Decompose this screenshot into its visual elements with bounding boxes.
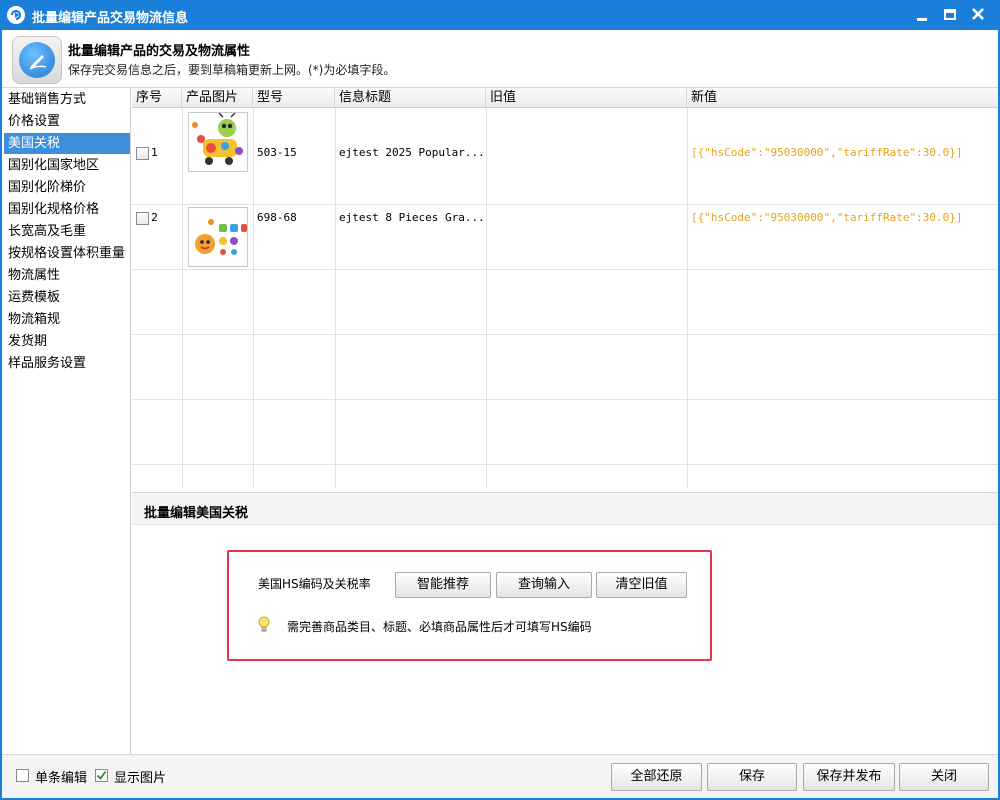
hs-code-label: 美国HS编码及关税率 [258,577,371,591]
save-and-publish-button[interactable]: 保存并发布 [803,763,895,791]
sidebar-item-delivery-period[interactable]: 发货期 [4,331,130,352]
restore-all-button[interactable]: 全部还原 [611,763,702,791]
single-edit-checkbox[interactable] [16,769,29,782]
category-sidebar: 基础销售方式 价格设置 美国关税 国别化国家地区 国别化阶梯价 国别化规格价格 … [2,88,131,754]
smart-recommend-button[interactable]: 智能推荐 [395,572,491,598]
show-images-checkbox[interactable] [95,769,108,782]
column-header-title[interactable]: 信息标题 [335,88,486,108]
clear-old-value-button[interactable]: 清空旧值 [596,572,687,598]
section-header: 批量编辑美国关税 [132,492,998,525]
column-header-model[interactable]: 型号 [253,88,335,108]
show-images-label[interactable]: 显示图片 [114,767,166,786]
title-bar[interactable]: 批量编辑产品交易物流信息 [0,0,1000,30]
row-model: 698-68 [257,211,297,224]
sidebar-item-country-region[interactable]: 国别化国家地区 [4,155,130,176]
query-input-button[interactable]: 查询输入 [496,572,592,598]
dialog-footer: 单条编辑 显示图片 全部还原 保存 保存并发布 关闭 [2,754,998,798]
dialog-subtitle: 保存完交易信息之后，要到草稿箱更新上网。(*)为必填字段。 [68,63,396,77]
row-checkbox[interactable] [136,212,149,225]
lightbulb-icon [257,616,271,637]
column-header-index[interactable]: 序号 [132,88,182,108]
column-header-new-value[interactable]: 新值 [687,88,998,108]
column-header-old-value[interactable]: 旧值 [486,88,687,108]
sidebar-item-logistics-attributes[interactable]: 物流属性 [4,265,130,286]
single-edit-label[interactable]: 单条编辑 [35,767,87,786]
product-image [188,112,248,172]
product-image [188,207,248,267]
dialog-heading: 批量编辑产品的交易及物流属性 [68,44,251,59]
product-table: 序号 产品图片 型号 信息标题 旧值 新值 1 503-15 ejtest 20… [132,88,998,488]
edit-logo-icon [12,36,62,84]
sidebar-item-country-spec-price[interactable]: 国别化规格价格 [4,199,130,220]
sidebar-item-dimensions-weight[interactable]: 长宽高及毛重 [4,221,130,242]
row-new-value: [{"hsCode":"95030000","tariffRate":30.0}… [691,211,963,224]
app-logo-icon [7,6,25,24]
sidebar-item-price[interactable]: 价格设置 [4,111,130,132]
close-button[interactable]: 关闭 [899,763,989,791]
tariff-edit-panel: 美国HS编码及关税率 智能推荐 查询输入 清空旧值 需完善商品类目、标题、必填商… [227,550,712,661]
minimize-button[interactable] [910,4,934,26]
sidebar-item-country-tier-price[interactable]: 国别化阶梯价 [4,177,130,198]
sidebar-item-us-tariff[interactable]: 美国关税 [4,133,130,154]
dialog-header: 批量编辑产品的交易及物流属性 保存完交易信息之后，要到草稿箱更新上网。(*)为必… [2,30,998,88]
row-title: ejtest 8 Pieces Gra... [339,211,485,224]
row-title: ejtest 2025 Popular... [339,146,485,159]
row-checkbox[interactable] [136,147,149,160]
app-window: 批量编辑产品交易物流信息 批量编辑产品的交易及物流属性 保存完交易信息之后，要到… [0,0,1000,800]
row-index: 1 [151,146,158,159]
row-index: 2 [151,211,158,224]
section-title: 批量编辑美国关税 [144,506,249,521]
dialog-body: 批量编辑产品的交易及物流属性 保存完交易信息之后，要到草稿箱更新上网。(*)为必… [2,30,998,798]
window-title: 批量编辑产品交易物流信息 [32,11,189,26]
hs-code-tip: 需完善商品类目、标题、必填商品属性后才可填写HS编码 [287,620,592,634]
sidebar-item-sample-service[interactable]: 样品服务设置 [4,353,130,374]
row-new-value: [{"hsCode":"95030000","tariffRate":30.0}… [691,146,963,159]
row-model: 503-15 [257,146,297,159]
sidebar-item-spec-volume-weight[interactable]: 按规格设置体积重量 [4,243,130,264]
close-window-button[interactable] [966,4,990,26]
column-header-image[interactable]: 产品图片 [182,88,253,108]
maximize-button[interactable] [938,4,962,26]
sidebar-item-carton-spec[interactable]: 物流箱规 [4,309,130,330]
sidebar-item-shipping-template[interactable]: 运费模板 [4,287,130,308]
save-button[interactable]: 保存 [707,763,797,791]
sidebar-item-basic-sales[interactable]: 基础销售方式 [4,89,130,110]
table-header: 序号 产品图片 型号 信息标题 旧值 新值 [132,88,998,108]
